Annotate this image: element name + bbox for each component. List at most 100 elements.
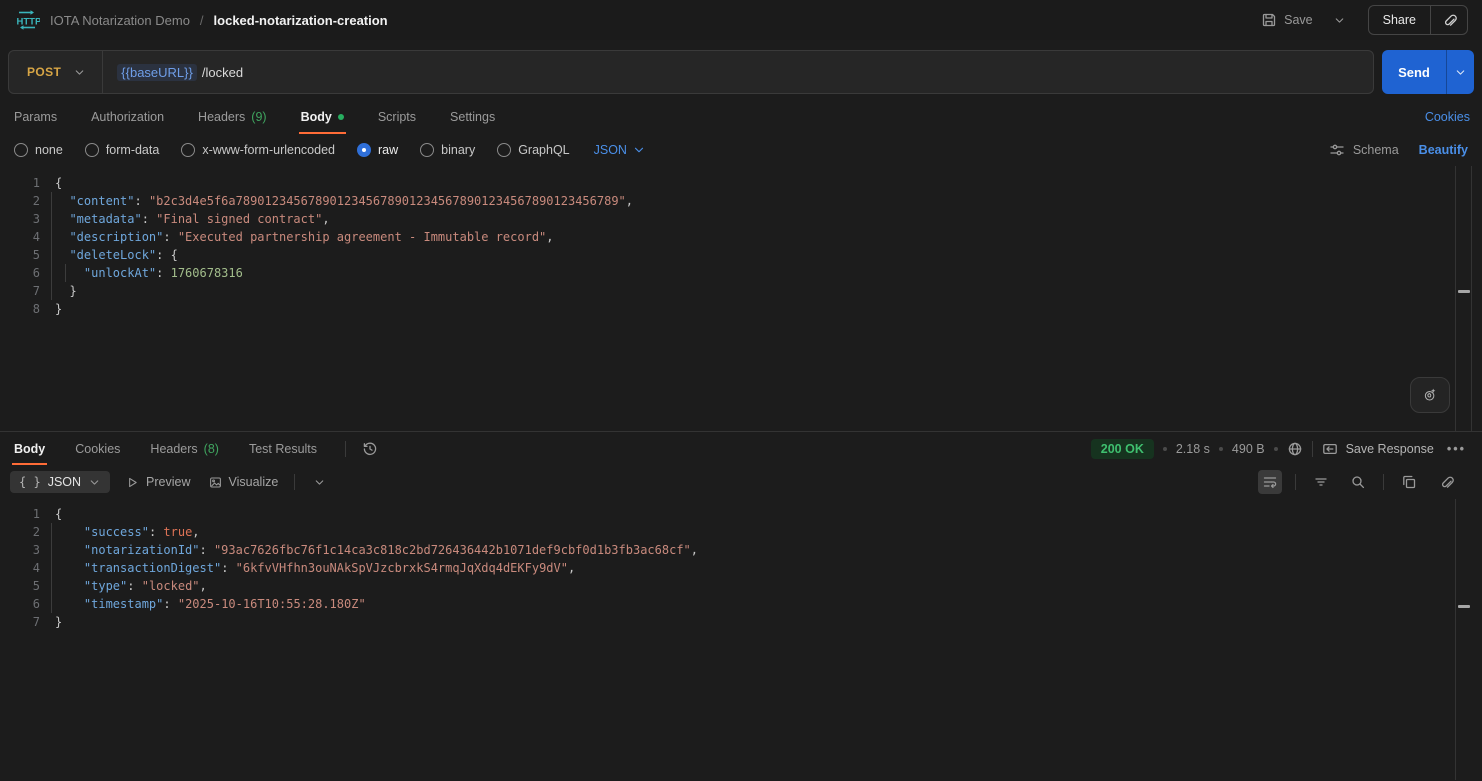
code-text[interactable]: "description": "Executed partnership agr… (55, 228, 554, 246)
indent-guide (51, 595, 52, 613)
chevron-down-icon (73, 66, 86, 79)
radio-x-www-form-urlencoded[interactable]: x-www-form-urlencoded (181, 143, 335, 157)
indent-guide (51, 228, 52, 246)
meta-divider (1312, 441, 1313, 457)
toolbar-divider (1295, 474, 1296, 490)
more-options-button[interactable]: ••• (1443, 442, 1470, 456)
preview-button[interactable]: Preview (124, 472, 192, 492)
tab-authorization[interactable]: Authorization (89, 100, 166, 134)
url-variable-chip[interactable]: {{baseURL}} (117, 64, 197, 81)
save-button[interactable]: Save (1255, 7, 1319, 33)
copy-icon (1401, 474, 1417, 490)
code-line[interactable]: 4 "description": "Executed partnership a… (0, 228, 1482, 246)
code-line[interactable]: 2 "content": "b2c3d4e5f6a789012345678901… (0, 192, 1482, 210)
code-text[interactable]: "metadata": "Final signed contract", (55, 210, 330, 228)
code-text[interactable]: { (55, 174, 62, 192)
indent-guide (51, 559, 52, 577)
status-badge[interactable]: 200 OK (1091, 439, 1154, 459)
chevron-down-icon (313, 476, 326, 489)
radio-raw[interactable]: raw (357, 143, 398, 157)
wrap-text-icon (1262, 474, 1278, 490)
indent-guide (51, 577, 52, 595)
schema-button[interactable]: Schema (1329, 142, 1399, 158)
tab-settings[interactable]: Settings (448, 100, 497, 134)
line-number: 5 (0, 577, 40, 595)
code-line[interactable]: 5 "deleteLock": { (0, 246, 1482, 264)
search-button[interactable] (1346, 470, 1370, 494)
line-number: 7 (0, 613, 40, 631)
code-line[interactable]: 1{ (0, 174, 1482, 192)
tab-headers[interactable]: Headers (9) (196, 100, 269, 134)
code-text[interactable]: } (55, 282, 77, 300)
scrollbar-marker (1458, 290, 1470, 293)
code-text[interactable]: "deleteLock": { (55, 246, 178, 264)
code-line[interactable]: 8} (0, 300, 1482, 318)
tab-params-label: Params (14, 110, 57, 124)
line-number: 7 (0, 282, 40, 300)
copy-link-button[interactable] (1430, 6, 1467, 34)
breadcrumb-separator: / (200, 13, 204, 28)
response-time[interactable]: 2.18 s (1176, 442, 1210, 456)
radio-binary[interactable]: binary (420, 143, 475, 157)
copy-button[interactable] (1397, 470, 1421, 494)
meta-dot (1274, 447, 1278, 451)
indent-guide (65, 264, 66, 282)
wrap-text-button[interactable] (1258, 470, 1282, 494)
beautify-button[interactable]: Beautify (1419, 143, 1468, 157)
save-response-button[interactable]: Save Response (1322, 441, 1434, 457)
save-response-label: Save Response (1346, 442, 1434, 456)
radio-graphql[interactable]: GraphQL (497, 143, 569, 157)
response-format-button[interactable]: { } JSON (10, 471, 110, 493)
code-line: 4 "transactionDigest": "6kfvVHfhn3ouNAkS… (0, 559, 1482, 577)
tab-scripts[interactable]: Scripts (376, 100, 418, 134)
line-number: 4 (0, 228, 40, 246)
request-editor-scrollbar[interactable] (1455, 166, 1472, 431)
response-scrollbar[interactable] (1455, 499, 1472, 780)
code-text[interactable]: "unlockAt": 1760678316 (55, 264, 243, 282)
method-selector[interactable]: POST (9, 51, 102, 93)
radio-none[interactable]: none (14, 143, 63, 157)
code-line[interactable]: 3 "metadata": "Final signed contract", (0, 210, 1482, 228)
tab-authorization-label: Authorization (91, 110, 164, 124)
tab-params[interactable]: Params (12, 100, 59, 134)
send-button[interactable]: Send (1382, 50, 1446, 94)
request-name[interactable]: locked-notarization-creation (214, 13, 388, 28)
url-input[interactable]: {{baseURL}} /locked (103, 64, 1373, 81)
response-body-viewer: 1{2 "success": true,3 "notarizationId": … (0, 499, 1482, 780)
share-button[interactable]: Share (1369, 13, 1430, 27)
radio-form-data[interactable]: form-data (85, 143, 160, 157)
code-line[interactable]: 6 "unlockAt": 1760678316 (0, 264, 1482, 282)
tab-body[interactable]: Body (299, 100, 346, 134)
filter-button[interactable] (1309, 470, 1333, 494)
link-button[interactable] (1434, 470, 1458, 494)
tab-response-cookies[interactable]: Cookies (73, 432, 122, 465)
tab-response-headers[interactable]: Headers (8) (148, 432, 221, 465)
response-size[interactable]: 490 B (1232, 442, 1265, 456)
send-options-button[interactable] (1446, 50, 1474, 94)
indent-guide (51, 264, 52, 282)
radio-circle (420, 143, 434, 157)
save-options-button[interactable] (1329, 9, 1350, 32)
tab-response-body[interactable]: Body (12, 432, 47, 465)
network-globe-icon[interactable] (1287, 441, 1303, 457)
visualize-button[interactable]: Visualize (207, 472, 281, 492)
code-line[interactable]: 7 } (0, 282, 1482, 300)
raw-format-selector[interactable]: JSON (594, 143, 646, 157)
response-history-button[interactable] (358, 432, 382, 465)
top-bar: HTTP IOTA Notarization Demo / locked-not… (0, 0, 1482, 40)
postbot-ai-button[interactable] (1410, 377, 1450, 413)
cookies-link[interactable]: Cookies (1425, 110, 1470, 124)
workspace-name[interactable]: IOTA Notarization Demo (50, 13, 190, 28)
radio-urlencoded-label: x-www-form-urlencoded (202, 143, 335, 157)
radio-form-data-label: form-data (106, 143, 160, 157)
chevron-down-icon (632, 143, 646, 157)
toolbar-expand-button[interactable] (309, 471, 330, 494)
tab-test-results[interactable]: Test Results (247, 432, 319, 465)
request-body-editor[interactable]: 1{2 "content": "b2c3d4e5f6a7890123456789… (0, 166, 1482, 431)
code-text[interactable]: "content": "b2c3d4e5f6a78901234567890123… (55, 192, 633, 210)
svg-text:HTTP: HTTP (17, 17, 41, 28)
code-line: 3 "notarizationId": "93ac7626fbc76f1c14c… (0, 541, 1482, 559)
response-format-label: JSON (48, 475, 81, 489)
http-request-icon: HTTP (14, 9, 40, 31)
code-text[interactable]: } (55, 300, 62, 318)
